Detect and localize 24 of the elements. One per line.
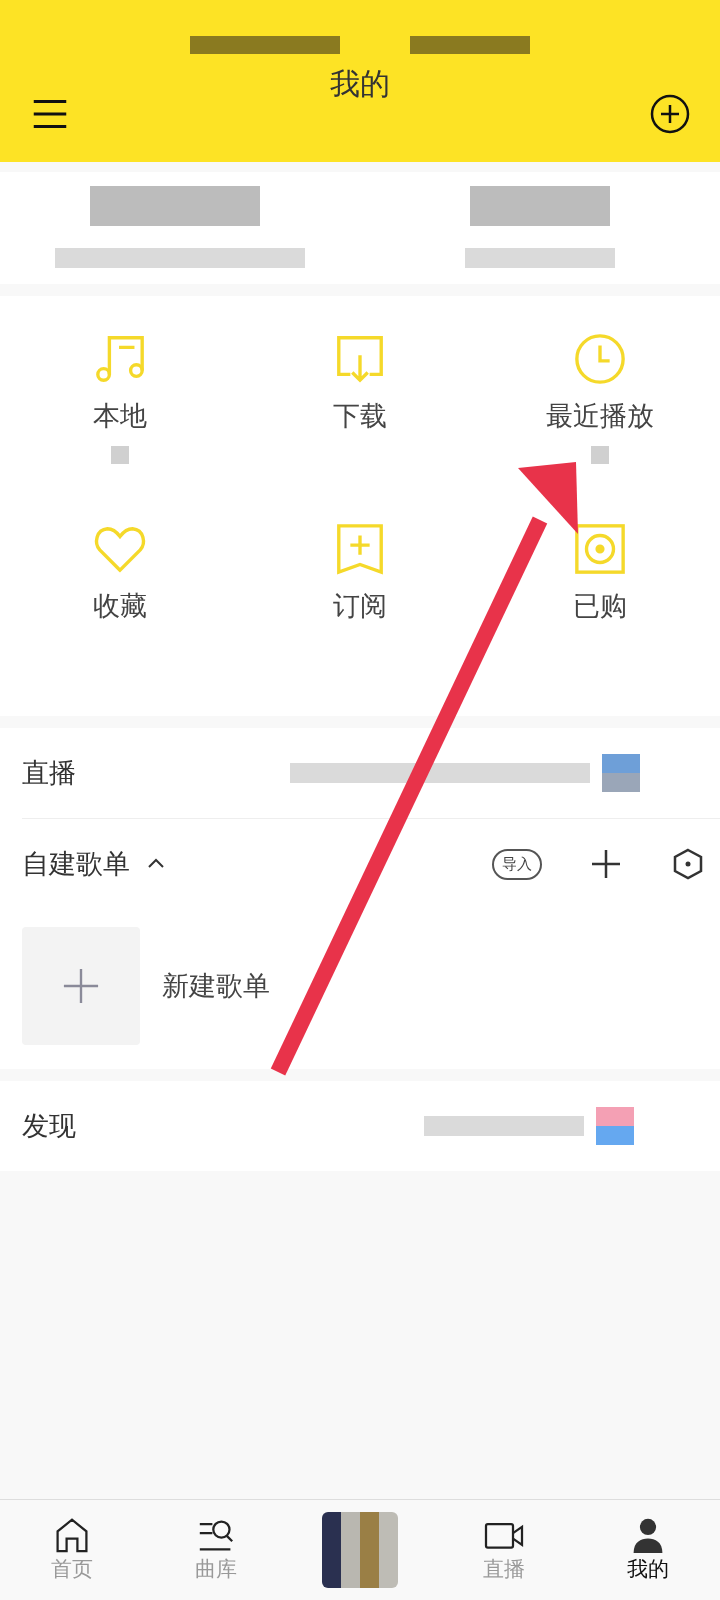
shortcut-label[interactable]: 收藏 (93, 588, 147, 624)
pixelated-avatar[interactable] (322, 1512, 398, 1588)
hexagon-icon[interactable] (672, 848, 704, 880)
tab-button[interactable]: 我的 (627, 1517, 669, 1583)
shortcut-label[interactable]: 已购 (573, 588, 627, 624)
section-title[interactable]: 直播 (22, 755, 76, 791)
pixelated-block (602, 754, 640, 792)
new-playlist-tile[interactable] (22, 927, 140, 1045)
shortcut-label[interactable]: 最近播放 (546, 398, 654, 434)
add-icon[interactable] (590, 848, 622, 880)
shortcut-label[interactable]: 订阅 (333, 588, 387, 624)
shortcut-label[interactable]: 下载 (333, 398, 387, 434)
new-playlist-label[interactable]: 新建歌单 (162, 968, 270, 1004)
pixelated-block (596, 1107, 634, 1145)
clock-icon[interactable] (573, 332, 627, 386)
section-title[interactable]: 发现 (22, 1108, 76, 1144)
shortcut-label[interactable]: 本地 (93, 398, 147, 434)
section-title[interactable]: 自建歌单 (22, 846, 130, 882)
import-button[interactable]: 导入 (492, 848, 542, 880)
add-icon[interactable] (650, 94, 690, 134)
page-title: 我的 (330, 65, 390, 103)
pixelated-block (591, 446, 609, 464)
pixelated-block (111, 446, 129, 464)
add-icon (62, 967, 100, 1005)
